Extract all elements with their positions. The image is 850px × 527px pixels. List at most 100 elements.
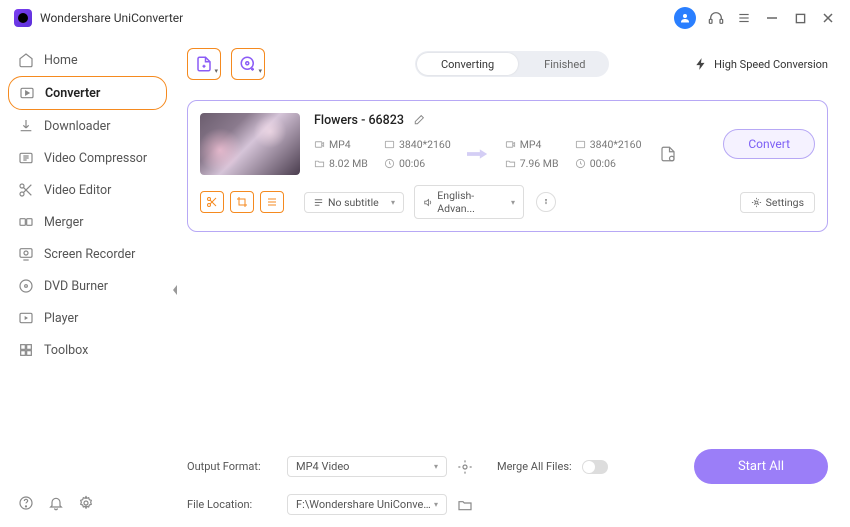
sidebar-label: Video Compressor xyxy=(44,151,147,166)
sidebar-label: Toolbox xyxy=(44,343,88,358)
merge-label: Merge All Files: xyxy=(497,460,572,473)
output-format-row: Output Format: MP4 Video ▾ Merge All Fil… xyxy=(187,449,828,484)
file-info: Flowers - 66823 MP4 8.02 MB 3840*2160 00… xyxy=(314,113,709,175)
sidebar-item-recorder[interactable]: Screen Recorder xyxy=(8,238,167,270)
top-row: ▾ ▾ Converting Finished High Speed Conve… xyxy=(187,48,828,80)
converter-icon xyxy=(19,85,35,101)
close-button[interactable] xyxy=(820,10,836,26)
convert-label: Convert xyxy=(748,137,790,151)
file-gear-icon xyxy=(659,145,677,163)
chevron-down-icon: ▾ xyxy=(258,67,262,75)
merge-toggle[interactable] xyxy=(582,460,608,474)
scissors-icon xyxy=(18,182,34,198)
dst-size: 7.96 MB xyxy=(520,157,559,170)
chevron-down-icon: ▾ xyxy=(511,198,515,207)
effect-button[interactable] xyxy=(260,191,284,213)
startall-label: Start All xyxy=(738,459,784,474)
player-icon xyxy=(18,310,34,326)
arrow-right-icon xyxy=(467,147,489,161)
home-icon xyxy=(18,52,34,68)
audio-select[interactable]: English-Advan... ▾ xyxy=(414,185,524,219)
outformat-value: MP4 Video xyxy=(296,460,349,473)
headset-button[interactable] xyxy=(708,10,724,26)
sidebar-item-toolbox[interactable]: Toolbox xyxy=(8,334,167,366)
app-logo-icon xyxy=(14,9,32,27)
info-icon xyxy=(541,197,551,207)
start-all-button[interactable]: Start All xyxy=(694,449,828,484)
sidebar-item-editor[interactable]: Video Editor xyxy=(8,174,167,206)
src-res: 3840*2160 xyxy=(399,138,451,151)
file-card: Flowers - 66823 MP4 8.02 MB 3840*2160 00… xyxy=(187,100,828,232)
sliders-icon xyxy=(266,196,278,208)
subtitle-select[interactable]: No subtitle ▾ xyxy=(304,192,404,213)
sidebar-label: Player xyxy=(44,311,78,326)
sidebar-item-converter[interactable]: Converter xyxy=(8,76,167,110)
folder-icon xyxy=(505,158,516,169)
content-area: ▾ ▾ Converting Finished High Speed Conve… xyxy=(175,36,850,527)
bell-icon[interactable] xyxy=(48,495,64,511)
sidebar-item-downloader[interactable]: Downloader xyxy=(8,110,167,142)
maximize-icon xyxy=(795,13,806,24)
download-icon xyxy=(18,118,34,134)
minimize-icon xyxy=(766,12,778,24)
info-button[interactable] xyxy=(536,192,556,212)
sidebar-item-merger[interactable]: Merger xyxy=(8,206,167,238)
chevron-down-icon: ▾ xyxy=(391,198,395,207)
sidebar-item-compressor[interactable]: Video Compressor xyxy=(8,142,167,174)
tab-label: Finished xyxy=(544,58,585,71)
sidebar-label: Screen Recorder xyxy=(44,247,135,262)
subtitle-value: No subtitle xyxy=(328,196,379,209)
trim-button[interactable] xyxy=(200,191,224,213)
hispeed-toggle[interactable]: High Speed Conversion xyxy=(694,57,828,71)
disc-plus-icon xyxy=(239,55,257,73)
subtitle-icon xyxy=(313,197,324,208)
chevron-left-icon xyxy=(172,285,178,295)
video-thumbnail[interactable] xyxy=(200,113,300,175)
maximize-button[interactable] xyxy=(792,10,808,26)
titlebar-right xyxy=(674,7,836,29)
file-location-select[interactable]: F:\Wondershare UniConverter ▾ xyxy=(287,494,447,515)
crop-button[interactable] xyxy=(230,191,254,213)
add-dvd-button[interactable]: ▾ xyxy=(231,48,265,80)
headset-icon xyxy=(708,10,724,26)
file-title-row: Flowers - 66823 xyxy=(314,113,709,128)
titlebar: Wondershare UniConverter xyxy=(0,0,850,36)
file-plus-icon xyxy=(195,55,213,73)
sidebar-label: Merger xyxy=(44,215,84,230)
format-settings-icon[interactable] xyxy=(457,459,473,475)
output-format-select[interactable]: MP4 Video ▾ xyxy=(287,456,447,477)
fileloc-label: File Location: xyxy=(187,498,277,511)
tab-finished[interactable]: Finished xyxy=(520,51,609,77)
sidebar-item-dvd[interactable]: DVD Burner xyxy=(8,270,167,302)
clock-icon xyxy=(384,158,395,169)
audio-value: English-Advan... xyxy=(437,189,507,215)
sidebar-collapse-button[interactable] xyxy=(170,282,180,298)
dst-format: MP4 xyxy=(520,138,542,151)
file-title: Flowers - 66823 xyxy=(314,113,404,128)
gear-icon[interactable] xyxy=(78,495,94,511)
edit-icon[interactable] xyxy=(412,114,425,127)
close-icon xyxy=(822,12,834,24)
scissors-icon xyxy=(206,196,218,208)
menu-button[interactable] xyxy=(736,10,752,26)
user-avatar-button[interactable] xyxy=(674,7,696,29)
chevron-down-icon: ▾ xyxy=(214,67,218,75)
file-location-row: File Location: F:\Wondershare UniConvert… xyxy=(187,494,828,515)
sidebar-item-player[interactable]: Player xyxy=(8,302,167,334)
settings-button[interactable]: Settings xyxy=(740,192,815,213)
main-area: Home Converter Downloader Video Compress… xyxy=(0,36,850,527)
dvd-icon xyxy=(18,278,34,294)
sidebar-label: Downloader xyxy=(44,119,111,134)
output-settings-button[interactable] xyxy=(659,145,677,163)
video-icon xyxy=(314,139,325,150)
sidebar-item-home[interactable]: Home xyxy=(8,44,167,76)
folder-open-icon[interactable] xyxy=(457,497,473,513)
minimize-button[interactable] xyxy=(764,10,780,26)
add-file-button[interactable]: ▾ xyxy=(187,48,221,80)
convert-button[interactable]: Convert xyxy=(723,129,815,159)
sidebar-label: Converter xyxy=(45,86,100,101)
user-icon xyxy=(679,12,691,24)
help-icon[interactable] xyxy=(18,495,34,511)
sidebar-label: Video Editor xyxy=(44,183,111,198)
tab-converting[interactable]: Converting xyxy=(417,53,518,75)
